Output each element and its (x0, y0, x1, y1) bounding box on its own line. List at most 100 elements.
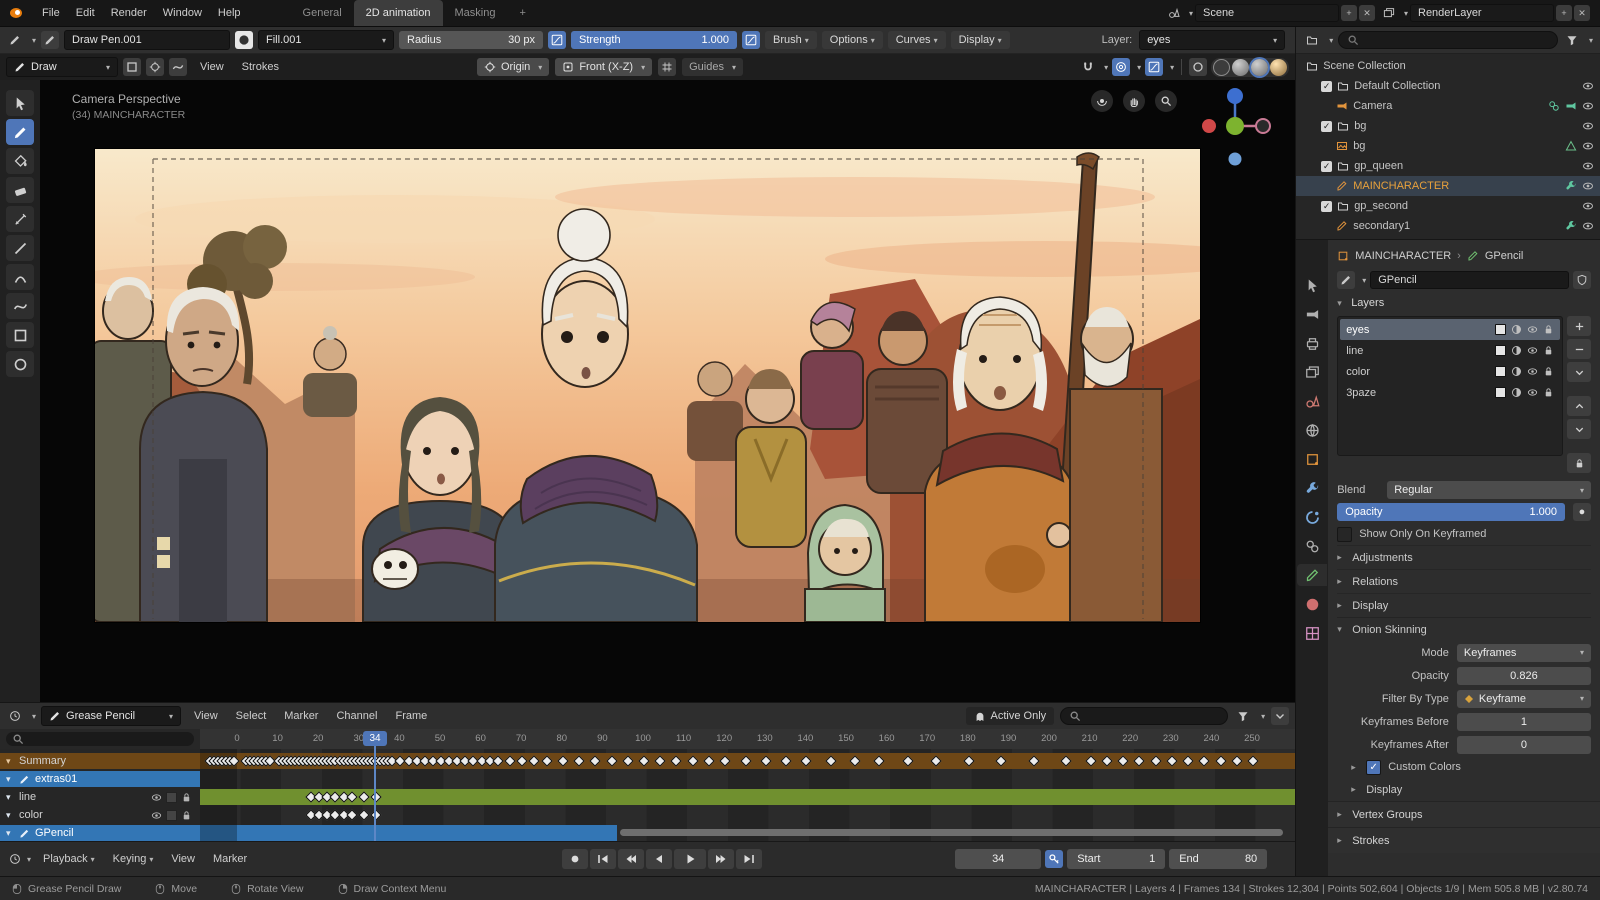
play-reverse-button[interactable] (646, 849, 672, 869)
popover-options[interactable]: Options▾ (822, 31, 883, 49)
field-mode[interactable]: Keyframes▾ (1457, 644, 1591, 662)
properties-tab-object[interactable] (1299, 448, 1325, 470)
keyframe[interactable] (1199, 755, 1210, 766)
shading-material[interactable] (1251, 59, 1268, 76)
dope-menu-select[interactable]: Select (228, 710, 275, 722)
custom-colors-row[interactable]: ▸✓Custom Colors (1337, 756, 1591, 778)
keyframe[interactable] (780, 755, 791, 766)
keyframe[interactable] (358, 809, 369, 820)
properties-tab-constraints[interactable] (1299, 535, 1325, 557)
outliner-row-default-collection[interactable]: ✓Default Collection (1296, 76, 1600, 96)
tool-erase[interactable] (6, 177, 34, 203)
lock-icon[interactable] (1543, 345, 1554, 356)
properties-tab-scene[interactable] (1299, 390, 1325, 412)
field-opacity[interactable]: 0.826 (1457, 667, 1591, 685)
properties-tab-modifiers[interactable] (1299, 477, 1325, 499)
popover-brush[interactable]: Brush▾ (765, 31, 817, 49)
workspace-tab-masking[interactable]: Masking (443, 0, 508, 26)
eye-icon[interactable] (1527, 324, 1538, 335)
scene-selector[interactable]: ▾ Scene + ✕ (1164, 4, 1375, 22)
keyframe[interactable] (1134, 755, 1145, 766)
tool-circle[interactable] (6, 351, 34, 377)
properties-tab-world[interactable] (1299, 419, 1325, 441)
menu-edit[interactable]: Edit (68, 7, 103, 19)
lock-icon[interactable] (1543, 366, 1554, 377)
mask-icon[interactable] (1511, 366, 1522, 377)
previous-keyframe-button[interactable] (618, 849, 644, 869)
collection-checkbox[interactable]: ✓ (1321, 201, 1332, 212)
channel-summary[interactable]: ▾Summary (0, 753, 1295, 769)
keyframe[interactable] (760, 755, 771, 766)
delete-view-layer-button[interactable]: ✕ (1574, 5, 1590, 21)
radius-slider[interactable]: Radius30 px (399, 31, 543, 49)
keyframe[interactable] (590, 755, 601, 766)
mode-dropdown[interactable]: Draw▾ (6, 57, 118, 77)
keyframe[interactable] (1085, 755, 1096, 766)
current-frame-indicator[interactable]: 34 (363, 731, 387, 746)
remove-layer-button[interactable] (1567, 339, 1591, 359)
orientation-dropdown[interactable]: Front (X-Z)▾ (555, 58, 652, 76)
mask-icon[interactable] (1511, 324, 1522, 335)
lock-icon[interactable] (181, 792, 192, 803)
menu-help[interactable]: Help (210, 7, 249, 19)
mask-icon[interactable] (1511, 345, 1522, 356)
popover-display[interactable]: Display▾ (951, 31, 1010, 49)
keyframe[interactable] (849, 755, 860, 766)
outliner-row-scene-collection[interactable]: Scene Collection (1296, 56, 1600, 76)
brush-preview-icon[interactable] (41, 31, 59, 49)
tool-arc[interactable] (6, 264, 34, 290)
workspace-tab-2d-animation[interactable]: 2D animation (354, 0, 443, 26)
viewport-canvas[interactable]: Camera Perspective (34) MAINCHARACTER (0, 80, 1295, 702)
channel-color-swatch[interactable] (1495, 324, 1506, 335)
timeline-menu-marker[interactable]: Marker (205, 853, 255, 865)
keyframe[interactable] (557, 755, 568, 766)
eye-icon[interactable] (1582, 100, 1594, 112)
scene-name-field[interactable]: Scene (1195, 4, 1339, 22)
eye-icon[interactable] (1527, 345, 1538, 356)
eye-icon[interactable] (1582, 220, 1594, 232)
editor-type-icon[interactable] (6, 707, 24, 725)
workspace-tab-general[interactable]: General (291, 0, 354, 26)
outliner-filter-icon[interactable] (1563, 31, 1581, 49)
gpencil-data-icon[interactable] (1337, 271, 1355, 289)
outliner-row-secondary1[interactable]: secondary1 (1296, 216, 1600, 236)
field-keyframes-after[interactable]: 0 (1457, 736, 1591, 754)
keyframe[interactable] (1150, 755, 1161, 766)
move-layer-down-button[interactable] (1567, 419, 1591, 439)
keyframe[interactable] (801, 755, 812, 766)
keyframe[interactable] (1028, 755, 1039, 766)
panel-display[interactable]: ▸Display (1337, 593, 1591, 617)
tool-line[interactable] (6, 235, 34, 261)
play-button[interactable] (674, 849, 706, 869)
outliner-row-bg[interactable]: ✓bg (1296, 116, 1600, 136)
lock-icon[interactable] (1543, 324, 1554, 335)
keyframe[interactable] (902, 755, 913, 766)
keyframe[interactable] (655, 755, 666, 766)
properties-tab-tool[interactable] (1299, 274, 1325, 296)
placement-toggle-icon[interactable] (146, 58, 164, 76)
dope-sheet-mode-dropdown[interactable]: Grease Pencil▾ (41, 706, 181, 726)
channel-checkbox[interactable] (166, 792, 177, 803)
jump-to-end-button[interactable] (736, 849, 762, 869)
new-view-layer-button[interactable]: + (1556, 5, 1572, 21)
fake-user-icon[interactable] (1573, 271, 1591, 289)
view-layer-selector[interactable]: ▾ RenderLayer + ✕ (1379, 4, 1590, 22)
channel-color[interactable]: ▾color (0, 807, 1295, 823)
dope-menu-view[interactable]: View (186, 710, 226, 722)
properties-tab-data[interactable] (1297, 564, 1327, 586)
breadcrumb-data[interactable]: GPencil (1485, 250, 1524, 262)
multiframe-toggle-icon[interactable] (123, 58, 141, 76)
active-layer-dropdown[interactable]: eyes▾ (1139, 30, 1285, 50)
dope-sheet-search-input[interactable] (1060, 707, 1228, 725)
navigation-gizmo[interactable] (1197, 84, 1273, 244)
keyframe[interactable] (370, 809, 381, 820)
properties-tab-render[interactable] (1299, 303, 1325, 325)
channel-color-swatch[interactable] (1495, 366, 1506, 377)
keyframe[interactable] (573, 755, 584, 766)
breadcrumb-object[interactable]: MAINCHARACTER (1355, 250, 1451, 262)
shading-solid[interactable] (1232, 59, 1249, 76)
channel-search-input[interactable] (6, 732, 194, 746)
outliner-row-camera[interactable]: Camera (1296, 96, 1600, 116)
onion-skinning-panel-header[interactable]: ▾Onion Skinning (1337, 617, 1591, 641)
strength-pressure-toggle[interactable] (742, 31, 760, 49)
